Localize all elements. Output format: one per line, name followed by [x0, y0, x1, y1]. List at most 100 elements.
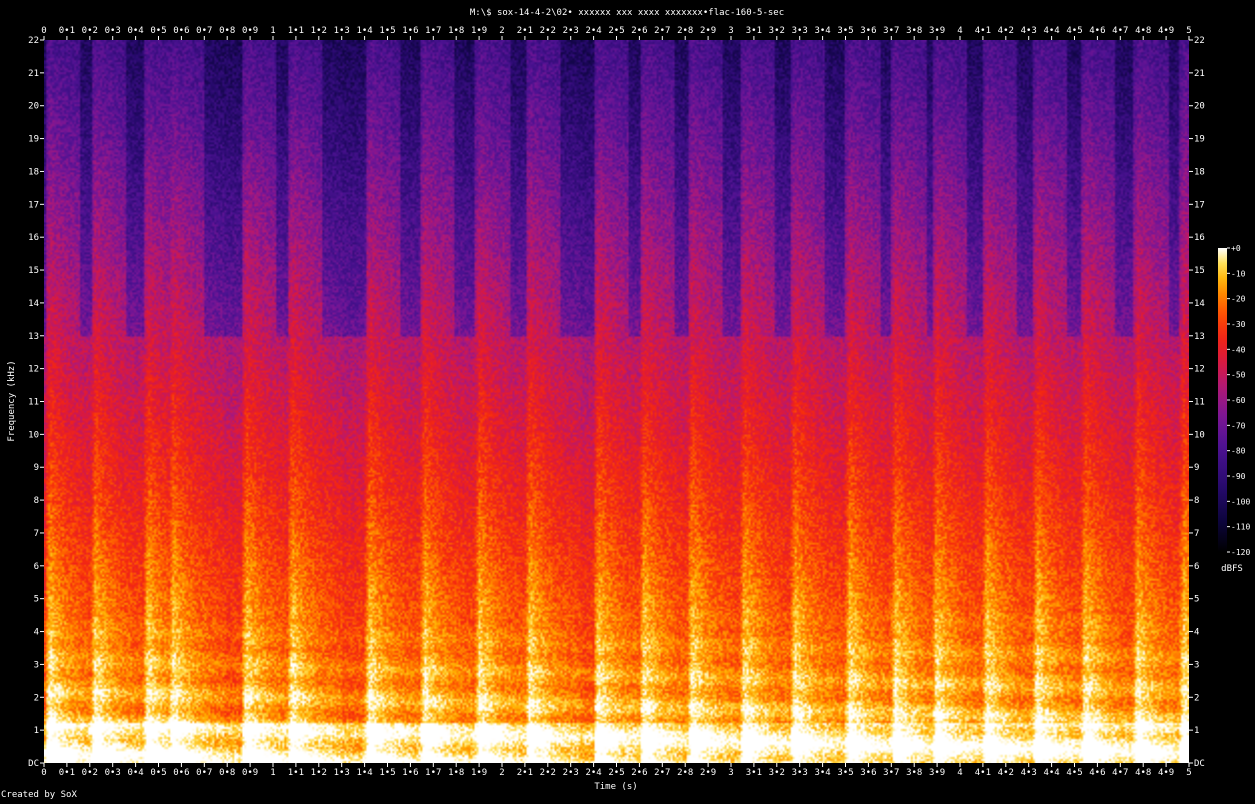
- y-tick-label-left: 8: [34, 496, 39, 506]
- x-tick-label-bottom: 4: [957, 768, 962, 778]
- x-tick-label-bottom: 0: [41, 768, 46, 778]
- y-tick-label-right: 13: [1194, 332, 1205, 342]
- colorbar-tick-label: -40: [1231, 345, 1246, 354]
- x-tick-label-top: 3•5: [837, 26, 853, 36]
- y-tick-label-right: 4: [1194, 628, 1199, 638]
- colorbar-tick-label: +0: [1231, 244, 1241, 253]
- colorbar-gradient: [1218, 248, 1227, 552]
- x-axis-bottom: 0 0•1 0•2 0•3 0•4 0•5 0•6 0•7 0•8 0•9 1 1•1 1•2 1•3 1•…: [41, 763, 1192, 778]
- x-tick-label-top: 4•2: [998, 26, 1014, 36]
- y-tick-label-left: 11: [28, 398, 39, 408]
- y-tick-label-left: 5: [34, 595, 39, 605]
- y-tick-label-right: 19: [1194, 135, 1205, 145]
- y-tick-label-right: 9: [1194, 463, 1199, 473]
- y-tick-label-left: DC: [28, 759, 39, 769]
- x-tick-label-bottom: 4•4: [1043, 768, 1059, 778]
- x-tick-label-top: 1•9: [471, 26, 487, 36]
- x-tick-label-bottom: 2•6: [631, 768, 647, 778]
- y-tick-label-right: 10: [1194, 430, 1205, 440]
- y-tick-label-right: 7: [1194, 529, 1199, 539]
- sox-credit: Created by SoX: [1, 790, 77, 800]
- x-tick-label-bottom: 0•5: [150, 768, 166, 778]
- x-tick-label-top: 3•8: [906, 26, 922, 36]
- x-tick-label-top: 2•2: [540, 26, 556, 36]
- x-tick-label-bottom: 0•1: [59, 768, 75, 778]
- x-tick-label-top: 0•6: [173, 26, 189, 36]
- colorbar-tick-label: -20: [1231, 295, 1246, 304]
- x-tick-label-top: 1•3: [334, 26, 350, 36]
- y-tick-label-left: 6: [34, 562, 39, 572]
- x-tick-label-top: 0•9: [242, 26, 258, 36]
- x-tick-label-top: 2•7: [654, 26, 670, 36]
- x-tick-label-bottom: 3•5: [837, 768, 853, 778]
- x-tick-label-top: 0•3: [105, 26, 121, 36]
- y-tick-label-left: 22: [28, 36, 39, 46]
- x-tick-label-top: 1: [270, 26, 275, 36]
- x-tick-label-bottom: 1•5: [379, 768, 395, 778]
- y-tick-label-right: 5: [1194, 595, 1199, 605]
- y-tick-label-right: 17: [1194, 200, 1205, 210]
- y-tick-label-left: 19: [28, 135, 39, 145]
- y-tick-label-left: 12: [28, 365, 39, 375]
- y-tick-label-right: 2: [1194, 693, 1199, 703]
- colorbar-tick-label: -120: [1231, 548, 1250, 557]
- x-tick-label-top: 0•8: [219, 26, 235, 36]
- y-tick-label-left: 9: [34, 463, 39, 473]
- x-tick-label-top: 0•1: [59, 26, 75, 36]
- x-tick-label-top: 4•1: [975, 26, 991, 36]
- y-tick-label-left: 14: [28, 299, 39, 309]
- x-tick-label-top: 1•1: [288, 26, 304, 36]
- y-tick-label-right: DC: [1194, 759, 1205, 769]
- x-tick-label-top: 2•4: [585, 26, 601, 36]
- x-tick-label-bottom: 4•9: [1158, 768, 1174, 778]
- x-tick-label-bottom: 3•6: [860, 768, 876, 778]
- x-tick-label-bottom: 3•8: [906, 768, 922, 778]
- x-tick-label-top: 3•6: [860, 26, 876, 36]
- x-tick-label-bottom: 2•4: [585, 768, 601, 778]
- x-tick-label-bottom: 2•3: [563, 768, 579, 778]
- x-tick-label-top: 4•9: [1158, 26, 1174, 36]
- x-tick-label-top: 3•4: [814, 26, 830, 36]
- x-tick-label-bottom: 1•4: [356, 768, 372, 778]
- x-tick-label-bottom: 3•9: [929, 768, 945, 778]
- spectrogram-figure: M:\$ sox-14-4-2\02• xxxxxx xxx xxxx xxxx…: [0, 0, 1255, 800]
- x-tick-label-top: 3•7: [883, 26, 899, 36]
- x-tick-label-top: 2•6: [631, 26, 647, 36]
- x-tick-label-bottom: 1•2: [311, 768, 327, 778]
- x-tick-label-bottom: 4•8: [1135, 768, 1151, 778]
- x-tick-label-top: 3•3: [792, 26, 808, 36]
- x-tick-label-top: 1•7: [425, 26, 441, 36]
- y-tick-label-left: 10: [28, 430, 39, 440]
- x-tick-label-bottom: 1•6: [402, 768, 418, 778]
- y-tick-label-left: 18: [28, 167, 39, 177]
- y-tick-label-left: 16: [28, 233, 39, 243]
- x-tick-label-top: 2•1: [517, 26, 533, 36]
- x-tick-label-top: 1•2: [311, 26, 327, 36]
- x-tick-label-top: 3•9: [929, 26, 945, 36]
- x-tick-label-top: 4•8: [1135, 26, 1151, 36]
- y-tick-label-left: 13: [28, 332, 39, 342]
- x-tick-label-top: 4•6: [1089, 26, 1105, 36]
- x-tick-label-top: 4: [957, 26, 962, 36]
- y-tick-label-right: 1: [1194, 726, 1199, 736]
- x-tick-label-top: 1•6: [402, 26, 418, 36]
- y-tick-label-right: 11: [1194, 398, 1205, 408]
- x-tick-label-bottom: 4•1: [975, 768, 991, 778]
- x-tick-label-bottom: 2•1: [517, 768, 533, 778]
- y-tick-label-left: 2: [34, 693, 39, 703]
- x-tick-label-bottom: 2•5: [608, 768, 624, 778]
- colorbar-tick-label: -10: [1231, 269, 1246, 278]
- plot-area: [44, 40, 1189, 763]
- x-tick-label-bottom: 3•2: [769, 768, 785, 778]
- y-tick-label-right: 20: [1194, 102, 1205, 112]
- y-tick-label-left: 20: [28, 102, 39, 112]
- x-tick-label-top: 2•8: [677, 26, 693, 36]
- x-tick-label-bottom: 1: [270, 768, 275, 778]
- y-axis-label: Frequency (kHz): [7, 360, 17, 441]
- y-tick-label-right: 21: [1194, 69, 1205, 79]
- colorbar-tick-label: -70: [1231, 421, 1246, 430]
- x-tick-label-top: 2•9: [700, 26, 716, 36]
- x-tick-label-top: 2•3: [563, 26, 579, 36]
- colorbar: +0 -10 -20 -30 -40 -50 -60 -70 -80 -90 -100 -110 -12…: [1218, 244, 1250, 574]
- x-tick-label-bottom: 3: [728, 768, 733, 778]
